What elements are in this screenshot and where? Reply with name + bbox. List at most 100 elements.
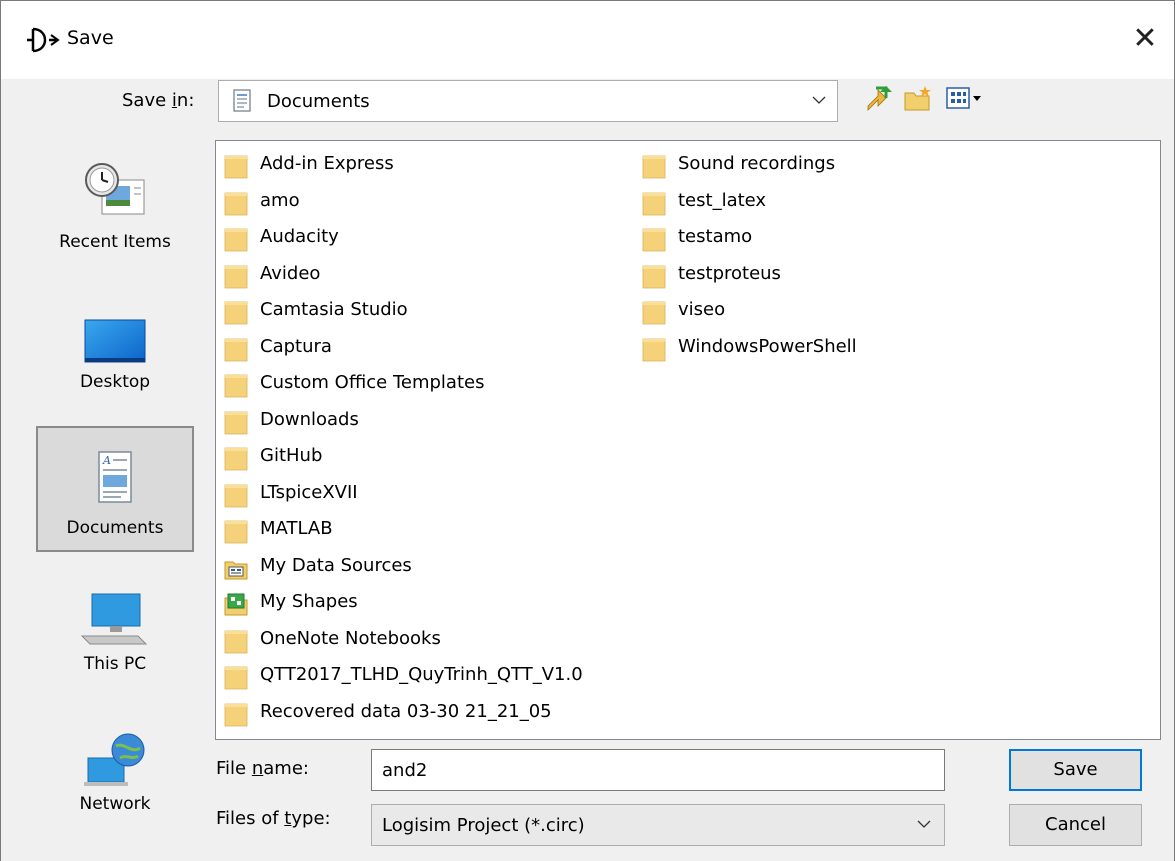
list-item[interactable]: Sound recordings [634, 147, 1134, 184]
folder-icon [224, 701, 248, 727]
list-item[interactable]: Downloads [216, 403, 636, 440]
list-item[interactable]: Custom Office Templates [216, 366, 636, 403]
file-type-value: Logisim Project (*.circ) [382, 815, 585, 836]
list-item[interactable]: WindowsPowerShell [634, 330, 1134, 367]
list-item[interactable]: amo [216, 184, 636, 221]
cancel-button[interactable]: Cancel [1009, 804, 1142, 846]
place-recent-items[interactable]: Recent Items [36, 140, 194, 266]
file-name-text: OneNote Notebooks [260, 627, 441, 649]
list-item[interactable]: My Data Sources [216, 549, 636, 586]
folder-icon [224, 263, 248, 289]
list-item[interactable]: QTT2017_TLHD_QuyTrinh_QTT_V1.0 [216, 658, 636, 695]
file-name-text: Custom Office Templates [260, 372, 485, 393]
save-in-label: Save in: [122, 90, 194, 111]
place-label: Desktop [79, 372, 151, 392]
chevron-down-icon [917, 820, 931, 828]
data-sources-folder-icon [224, 555, 248, 581]
file-name-text: amo [260, 189, 300, 211]
folder-icon [642, 153, 666, 179]
file-name-text: viseo [678, 299, 726, 320]
place-this-pc[interactable]: This PC [36, 558, 194, 684]
file-name-text: WindowsPowerShell [678, 335, 857, 357]
close-button[interactable]: ✕ [1122, 17, 1168, 63]
folder-icon [224, 226, 248, 252]
view-menu-icon[interactable] [944, 84, 988, 114]
file-name-text: Sound recordings [678, 153, 836, 174]
new-folder-icon[interactable] [903, 84, 933, 114]
save-in-label-post: n: [176, 90, 195, 111]
place-label: Recent Items [59, 232, 171, 252]
folder-icon [642, 190, 666, 216]
computer-icon [80, 593, 148, 645]
place-documents[interactable]: A Documents [36, 426, 194, 552]
file-name-text: testproteus [678, 262, 781, 284]
file-name-label-post: ame: [263, 758, 309, 779]
file-name-text: Audacity [260, 226, 339, 247]
svg-text:A: A [102, 454, 111, 467]
file-type-label: Files of type: [216, 808, 331, 829]
file-name-text: GitHub [260, 445, 323, 466]
file-name-text: test_latex [678, 189, 767, 211]
documents-small-icon [233, 89, 251, 112]
window-border-left [0, 0, 1, 861]
list-item[interactable]: OneNote Notebooks [216, 622, 636, 659]
folder-icon [224, 190, 248, 216]
save-button[interactable]: Save [1009, 749, 1142, 791]
file-name-text: LTspiceXVII [260, 481, 358, 503]
logisim-app-icon [27, 27, 60, 53]
folder-icon [642, 263, 666, 289]
file-name-text: Downloads [260, 408, 359, 430]
folder-icon [224, 336, 248, 362]
list-item[interactable]: Avideo [216, 257, 636, 294]
folder-icon [224, 409, 248, 435]
list-item[interactable]: MATLAB [216, 512, 636, 549]
file-name-text: Captura [260, 335, 332, 357]
save-in-value: Documents [267, 91, 370, 112]
list-item[interactable]: viseo [634, 293, 1134, 330]
file-list-column: Add-in Express amo Audacity Avideo Camtasia … [216, 147, 636, 731]
folder-icon [224, 445, 248, 471]
file-name-text: Add-in Express [260, 153, 394, 174]
list-item[interactable]: testproteus [634, 257, 1134, 294]
list-item[interactable]: LTspiceXVII [216, 476, 636, 513]
folder-icon [224, 372, 248, 398]
chevron-down-icon [812, 96, 826, 104]
place-label: Documents [66, 518, 164, 538]
file-name-text: Recovered data 03-30 21_21_05 [260, 700, 552, 722]
folder-icon [224, 153, 248, 179]
recent-items-icon [85, 163, 145, 215]
folder-icon [642, 226, 666, 252]
network-icon [84, 733, 145, 786]
list-item[interactable]: Recovered data 03-30 21_21_05 [216, 695, 636, 732]
file-name-text: testamo [678, 226, 753, 247]
folder-icon [224, 518, 248, 544]
list-item[interactable]: test_latex [634, 184, 1134, 221]
list-item[interactable]: testamo [634, 220, 1134, 257]
folder-icon [642, 336, 666, 362]
file-list[interactable]: Add-in Express amo Audacity Avideo Camtasia … [215, 140, 1161, 740]
shapes-folder-icon [224, 591, 248, 617]
place-desktop[interactable]: Desktop [36, 280, 194, 406]
list-item[interactable]: My Shapes [216, 585, 636, 622]
file-name-label: File name: [216, 758, 309, 779]
save-in-label-pre: Save [122, 90, 172, 111]
file-name-text: Avideo [260, 262, 321, 284]
window-title: Save [67, 27, 114, 49]
file-name-text: My Data Sources [260, 554, 412, 576]
file-name-text: MATLAB [260, 518, 333, 539]
file-list-column: Sound recordings test_latextestamo testpro… [634, 147, 1134, 366]
list-item[interactable]: Captura [216, 330, 636, 367]
list-item[interactable]: Add-in Express [216, 147, 636, 184]
folder-icon [224, 299, 248, 325]
folder-icon [642, 299, 666, 325]
list-item[interactable]: Camtasia Studio [216, 293, 636, 330]
title-bar: Save ✕ [1, 1, 1174, 79]
file-name-label-pre: File [216, 758, 252, 779]
file-name-input[interactable] [371, 749, 945, 791]
list-item[interactable]: Audacity [216, 220, 636, 257]
up-one-level-icon[interactable] [864, 84, 894, 114]
place-network[interactable]: Network [36, 698, 194, 824]
list-item[interactable]: GitHub [216, 439, 636, 476]
save-in-combo[interactable]: Documents [218, 80, 838, 122]
file-type-combo[interactable]: Logisim Project (*.circ) [371, 804, 945, 846]
